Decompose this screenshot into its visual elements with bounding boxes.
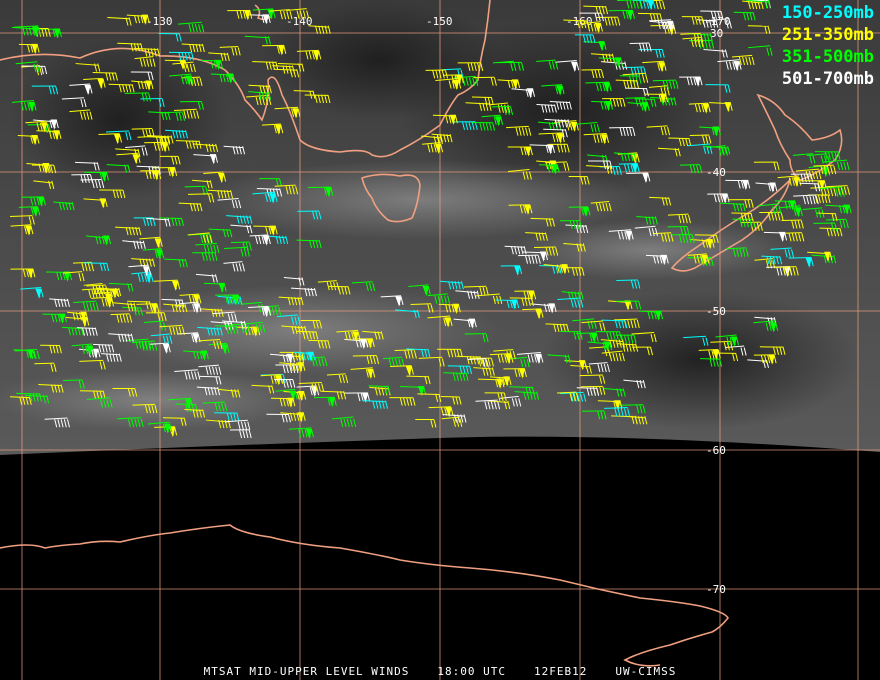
antarctica-coastline — [0, 524, 729, 667]
lon-label-130: -130 — [146, 15, 173, 28]
lat-label-40: -40 — [706, 166, 726, 179]
lon-label-150: -150 — [426, 15, 453, 28]
legend-item-251-350mb: 251-350mb — [781, 25, 874, 45]
product-footer: MTSAT MID-UPPER LEVEL WINDS 18:00 UTC 12FE… — [0, 665, 880, 678]
legend-item-150-250mb: 150-250mb — [781, 3, 874, 23]
satellite-wind-map: -130 -140 -150 -160 -170 30 -40 -50 -60 … — [0, 0, 880, 680]
lat-label-60: -60 — [706, 444, 726, 457]
lat-label-50: -50 — [706, 305, 726, 318]
legend-item-351-500mb: 351-500mb — [781, 47, 874, 67]
lat-label-70: -70 — [706, 583, 726, 596]
footer-time: 18:00 UTC — [437, 665, 507, 678]
footer-date: 12FEB12 — [534, 665, 588, 678]
footer-product: MTSAT MID-UPPER LEVEL WINDS — [203, 665, 410, 678]
pressure-legend: 150-250mb 251-350mb 351-500mb 501-700mb — [782, 2, 874, 90]
legend-item-501-700mb: 501-700mb — [781, 69, 874, 89]
footer-source: UW-CIMSS — [615, 665, 677, 678]
